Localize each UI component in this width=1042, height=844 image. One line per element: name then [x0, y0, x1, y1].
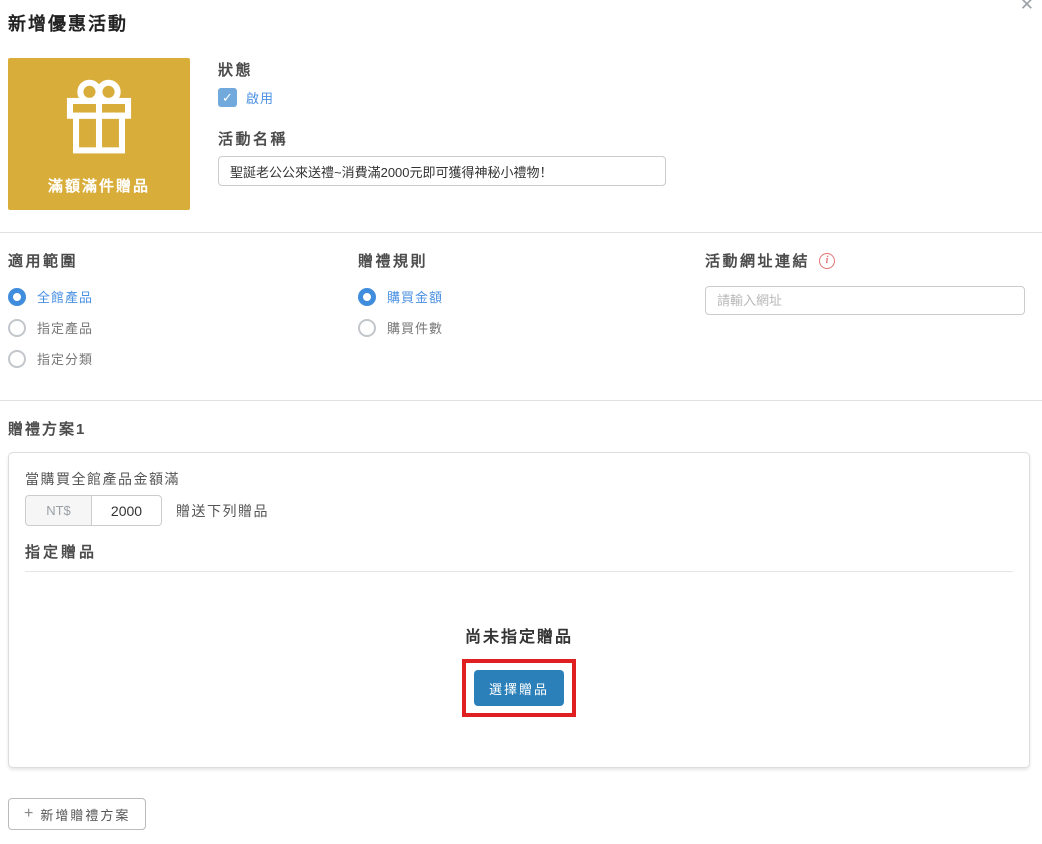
- designated-gifts-label: 指定贈品: [25, 541, 97, 562]
- radio-label: 購買金額: [387, 287, 443, 306]
- currency-prefix: NT$: [25, 495, 92, 526]
- radio-scope-specific-products[interactable]: 指定產品: [8, 318, 93, 337]
- radio-rule-purchase-quantity[interactable]: 購買件數: [358, 318, 443, 337]
- check-icon: ✓: [222, 91, 233, 104]
- annotation-highlight-box: 選擇贈品: [462, 659, 576, 717]
- amount-input-group: NT$ 贈送下列贈品: [25, 495, 269, 526]
- empty-gifts-text: 尚未指定贈品: [9, 623, 1029, 647]
- enable-checkbox-row[interactable]: ✓ 啟用: [218, 88, 274, 107]
- gift-plan-panel: 當購買全館產品金額滿 NT$ 贈送下列贈品 指定贈品 尚未指定贈品 選擇贈品: [8, 452, 1030, 768]
- condition-suffix-label: 贈送下列贈品: [176, 501, 269, 521]
- radio-selected-icon: [358, 288, 376, 306]
- plus-icon: +: [24, 805, 33, 823]
- radio-unselected-icon: [8, 350, 26, 368]
- radio-label: 指定分類: [37, 349, 93, 368]
- radio-scope-specific-categories[interactable]: 指定分類: [8, 349, 93, 368]
- activity-name-label: 活動名稱: [218, 128, 288, 149]
- create-promotion-dialog: ✕ 新增優惠活動 滿額滿件贈品 狀態 ✓ 啟用 活動名稱 適用範圍 全館產品 指…: [0, 0, 1042, 844]
- page-title: 新增優惠活動: [8, 10, 128, 36]
- select-gift-button[interactable]: 選擇贈品: [474, 670, 564, 706]
- scope-label: 適用範圍: [8, 250, 78, 271]
- activity-url-label-text: 活動網址連結: [705, 250, 810, 271]
- info-icon[interactable]: i: [819, 253, 835, 269]
- amount-input[interactable]: [92, 495, 162, 526]
- section-divider: [0, 232, 1042, 233]
- promo-type-card: 滿額滿件贈品: [8, 58, 190, 210]
- panel-divider: [25, 571, 1013, 572]
- activity-name-input[interactable]: [218, 156, 666, 186]
- radio-selected-icon: [8, 288, 26, 306]
- add-gift-plan-label: 新增贈禮方案: [40, 805, 130, 824]
- gift-plan-title: 贈禮方案1: [8, 418, 86, 439]
- section-divider: [0, 400, 1042, 401]
- radio-scope-all-products[interactable]: 全館產品: [8, 287, 93, 306]
- radio-unselected-icon: [8, 319, 26, 337]
- radio-label: 指定產品: [37, 318, 93, 337]
- empty-gifts-state: 尚未指定贈品 選擇贈品: [9, 623, 1029, 717]
- condition-label: 當購買全館產品金額滿: [25, 469, 180, 489]
- radio-rule-purchase-amount[interactable]: 購買金額: [358, 287, 443, 306]
- radio-label: 全館產品: [37, 287, 93, 306]
- enable-checkbox-label[interactable]: 啟用: [246, 88, 274, 107]
- enable-checkbox[interactable]: ✓: [218, 88, 237, 107]
- radio-label: 購買件數: [387, 318, 443, 337]
- radio-unselected-icon: [358, 319, 376, 337]
- gift-rule-label: 贈禮規則: [358, 250, 428, 271]
- add-gift-plan-button[interactable]: + 新增贈禮方案: [8, 798, 146, 830]
- activity-url-input[interactable]: [705, 286, 1025, 315]
- activity-url-label: 活動網址連結 i: [705, 250, 835, 271]
- gift-icon: [55, 78, 143, 156]
- promo-type-label: 滿額滿件贈品: [8, 175, 190, 196]
- status-label: 狀態: [218, 59, 253, 80]
- close-icon[interactable]: ✕: [1020, 0, 1034, 13]
